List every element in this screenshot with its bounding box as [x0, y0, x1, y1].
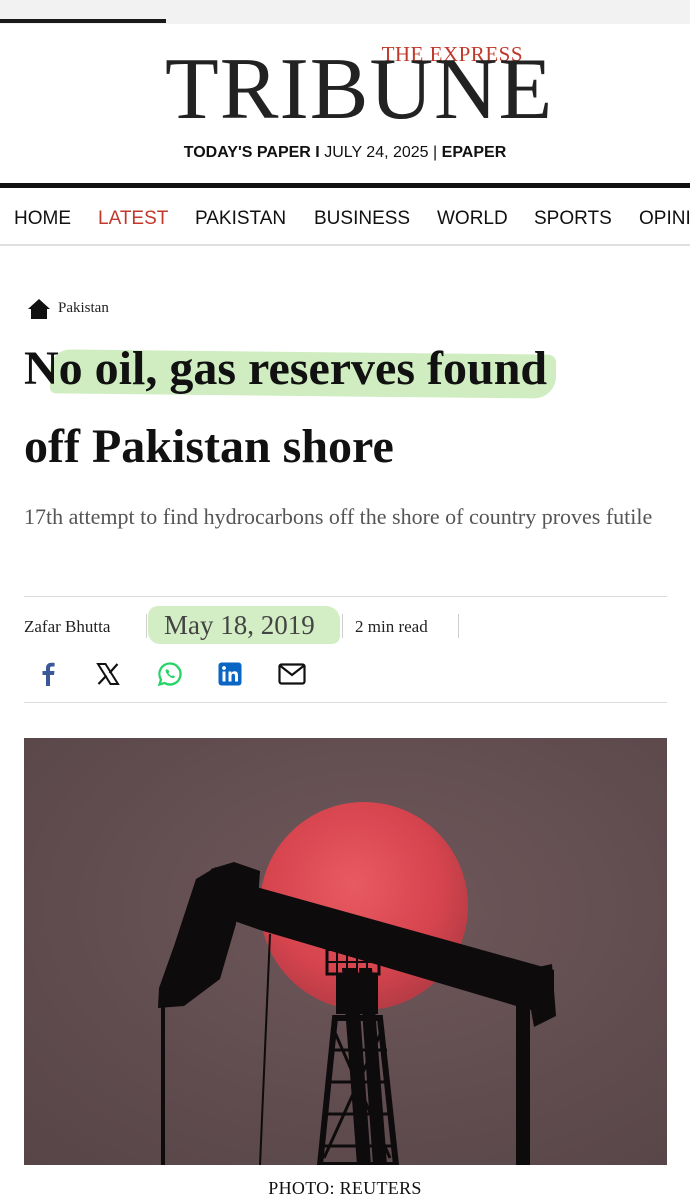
logo-tribune-text: TRIBUNE [165, 41, 554, 138]
linkedin-icon[interactable] [212, 656, 248, 692]
top-progress-bar [0, 19, 166, 23]
dateline: TODAY'S PAPER I JULY 24, 2025 | EPAPER [0, 144, 690, 162]
article-headline: No oil, gas reserves found off Pakistan … [24, 330, 664, 486]
headline-line-1: No oil, gas reserves found [24, 342, 548, 395]
oil-pump-sunset-image [24, 738, 667, 1165]
site-logo[interactable]: THE EXPRESS TRIBUNE [165, 42, 552, 142]
article-meta: Zafar Bhutta May 18, 2019 2 min read [24, 606, 667, 646]
photo-caption: PHOTO: REUTERS [268, 1178, 422, 1198]
whatsapp-icon[interactable] [152, 656, 188, 692]
todays-paper-link[interactable]: TODAY'S PAPER [184, 144, 311, 161]
share-bar [30, 656, 350, 692]
author-name[interactable]: Zafar Bhutta [24, 617, 110, 637]
email-icon[interactable] [274, 656, 310, 692]
epaper-link[interactable]: EPAPER [442, 144, 507, 161]
nav-item-pakistan[interactable]: PAKISTAN [195, 208, 286, 230]
meta-separator [146, 614, 147, 638]
nav-item-business[interactable]: BUSINESS [314, 208, 410, 230]
facebook-icon[interactable] [30, 656, 66, 692]
nav-item-sports[interactable]: SPORTS [534, 208, 612, 230]
meta-divider-top [24, 596, 667, 597]
article-subhead: 17th attempt to find hydrocarbons off th… [24, 504, 653, 529]
x-icon[interactable] [90, 656, 126, 692]
breadcrumb-section[interactable]: Pakistan [58, 300, 109, 317]
dateline-date: JULY 24, 2025 [324, 144, 429, 161]
dateline-divider: | [433, 144, 438, 161]
read-time: 2 min read [355, 617, 428, 636]
headline-block: No oil, gas reserves found off Pakistan … [24, 330, 664, 486]
home-icon [28, 299, 50, 319]
article-photo[interactable] [24, 738, 667, 1165]
publish-date: May 18, 2019 [164, 610, 315, 640]
meta-divider-bottom [24, 702, 667, 703]
nav-item-opinion[interactable]: OPINI [639, 208, 690, 230]
headline-line-2: off Pakistan shore [24, 420, 394, 473]
top-browser-strip [0, 0, 690, 24]
nav-item-home[interactable]: HOME [14, 208, 71, 230]
meta-separator [458, 614, 459, 638]
nav-item-latest[interactable]: LATEST [98, 208, 168, 230]
masthead: THE EXPRESS TRIBUNE TODAY'S PAPER I JULY… [0, 24, 690, 184]
nav-item-world[interactable]: WORLD [437, 208, 508, 230]
main-nav: HOME LATEST PAKISTAN BUSINESS WORLD SPOR… [0, 188, 690, 246]
dateline-divider: I [315, 144, 320, 161]
meta-separator [342, 614, 343, 638]
